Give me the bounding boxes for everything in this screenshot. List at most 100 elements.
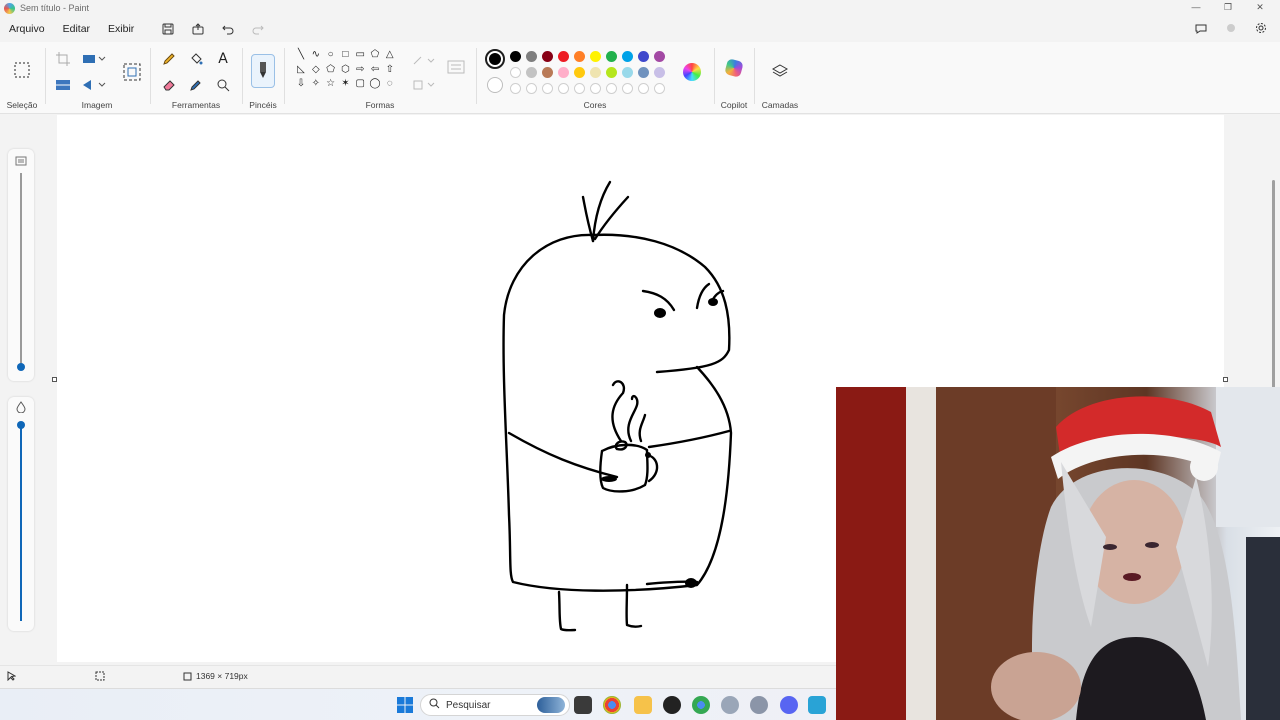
color-swatch[interactable] (510, 51, 521, 62)
color-swatch[interactable] (606, 67, 617, 78)
menu-file[interactable]: Arquivo (0, 17, 54, 41)
custom-color-slot[interactable] (638, 83, 649, 94)
custom-color-slot[interactable] (510, 83, 521, 94)
four-point-star-shape-icon[interactable]: ✧ (309, 77, 323, 91)
brush-icon[interactable] (251, 54, 275, 88)
maximize-button[interactable]: ❐ (1212, 0, 1244, 14)
right-arrow-shape-icon[interactable]: ⇨ (353, 63, 367, 77)
custom-color-slot[interactable] (542, 83, 553, 94)
eraser-icon[interactable] (158, 74, 180, 96)
custom-color-slot[interactable] (590, 83, 601, 94)
shape-size-icon[interactable] (444, 56, 468, 78)
copilot-icon[interactable] (722, 56, 746, 80)
color-swatch[interactable] (526, 51, 537, 62)
color-swatch[interactable] (558, 67, 569, 78)
secondary-color-swatch[interactable] (487, 77, 503, 93)
select-rectangle-icon[interactable] (11, 55, 33, 85)
settings-gear-icon[interactable] (1246, 16, 1276, 40)
account-icon[interactable] (1216, 16, 1246, 40)
left-arrow-shape-icon[interactable]: ⇦ (368, 63, 382, 77)
file-explorer-icon[interactable] (634, 696, 652, 714)
color-swatch[interactable] (542, 67, 553, 78)
select-transparent-icon[interactable] (52, 74, 74, 96)
close-button[interactable]: ✕ (1244, 0, 1276, 14)
undo-icon[interactable] (213, 17, 243, 41)
image-transform-icon[interactable] (120, 60, 144, 84)
task-view-icon[interactable] (574, 696, 592, 714)
up-arrow-shape-icon[interactable]: ⇧ (383, 63, 397, 77)
color-swatch[interactable] (574, 51, 585, 62)
zoom-slider[interactable] (8, 149, 34, 381)
color-swatch[interactable] (510, 67, 521, 78)
save-icon[interactable] (153, 17, 183, 41)
discord-icon[interactable] (780, 696, 798, 714)
color-swatch[interactable] (638, 67, 649, 78)
color-swatch[interactable] (622, 67, 633, 78)
down-arrow-shape-icon[interactable]: ⇩ (294, 77, 308, 91)
color-swatch[interactable] (622, 51, 633, 62)
obs-icon[interactable] (663, 696, 681, 714)
windows-start-icon[interactable] (396, 696, 414, 714)
diamond-shape-icon[interactable]: ◇ (309, 63, 323, 77)
color-swatch[interactable] (638, 51, 649, 62)
custom-color-slot[interactable] (574, 83, 585, 94)
line-shape-icon[interactable]: ╲ (294, 48, 308, 62)
notepad-icon[interactable] (808, 696, 826, 714)
callout-oval-shape-icon[interactable]: ◯ (368, 77, 382, 91)
chrome-profile-icon[interactable] (692, 696, 710, 714)
custom-color-slot[interactable] (558, 83, 569, 94)
six-point-star-shape-icon[interactable]: ✶ (338, 77, 352, 91)
curve-shape-icon[interactable]: ∿ (309, 48, 323, 62)
shape-fill-icon[interactable] (410, 74, 438, 96)
layers-icon[interactable] (769, 60, 791, 82)
pencil-icon[interactable] (158, 48, 180, 70)
custom-color-slot[interactable] (622, 83, 633, 94)
custom-color-slot[interactable] (526, 83, 537, 94)
shape-outline-icon[interactable] (410, 50, 438, 72)
zoom-slider-knob[interactable] (17, 363, 25, 371)
magnifier-icon[interactable] (212, 74, 234, 96)
polygon-shape-icon[interactable]: ⬠ (368, 48, 382, 62)
callout-cloud-shape-icon[interactable]: ◌ (383, 77, 397, 91)
rectangle-shape-icon[interactable]: □ (338, 48, 352, 62)
share-icon[interactable] (183, 17, 213, 41)
brush-size-knob[interactable] (17, 421, 25, 429)
resize-handle-right[interactable] (1223, 377, 1228, 382)
color-picker-icon[interactable] (185, 74, 207, 96)
color-swatch[interactable] (606, 51, 617, 62)
primary-color-swatch[interactable] (485, 49, 505, 69)
fill-bucket-icon[interactable] (185, 48, 207, 70)
pentagon-shape-icon[interactable]: ⬠ (324, 63, 338, 77)
color-swatch[interactable] (654, 67, 665, 78)
minimize-button[interactable]: — (1180, 0, 1212, 14)
menu-view[interactable]: Exibir (99, 17, 143, 41)
custom-color-slot[interactable] (654, 83, 665, 94)
color-swatch[interactable] (590, 51, 601, 62)
oval-shape-icon[interactable]: ○ (324, 48, 338, 62)
hexagon-shape-icon[interactable]: ⬡ (338, 63, 352, 77)
edit-colors-icon[interactable] (680, 60, 704, 84)
custom-color-slot[interactable] (606, 83, 617, 94)
right-triangle-shape-icon[interactable]: ◺ (294, 63, 308, 77)
color-swatch[interactable] (526, 67, 537, 78)
color-swatch[interactable] (574, 67, 585, 78)
color-swatch[interactable] (590, 67, 601, 78)
brush-size-slider[interactable] (8, 397, 34, 631)
app-icon-b[interactable] (750, 696, 768, 714)
rotate-icon[interactable] (78, 74, 110, 96)
redo-icon[interactable] (243, 17, 273, 41)
five-point-star-shape-icon[interactable]: ☆ (324, 77, 338, 91)
app-icon-a[interactable] (721, 696, 739, 714)
chrome-icon[interactable] (603, 696, 621, 714)
color-swatch[interactable] (558, 51, 569, 62)
menu-edit[interactable]: Editar (54, 17, 99, 41)
feedback-icon[interactable] (1186, 16, 1216, 40)
rounded-rectangle-shape-icon[interactable]: ▭ (353, 48, 367, 62)
color-swatch[interactable] (654, 51, 665, 62)
resize-handle-left[interactable] (52, 377, 57, 382)
color-swatch[interactable] (542, 51, 553, 62)
taskbar-search-input[interactable]: Pesquisar (420, 694, 570, 716)
resize-icon[interactable] (78, 48, 110, 70)
callout-rect-shape-icon[interactable]: ▢ (353, 77, 367, 91)
text-icon[interactable]: A (212, 48, 234, 70)
